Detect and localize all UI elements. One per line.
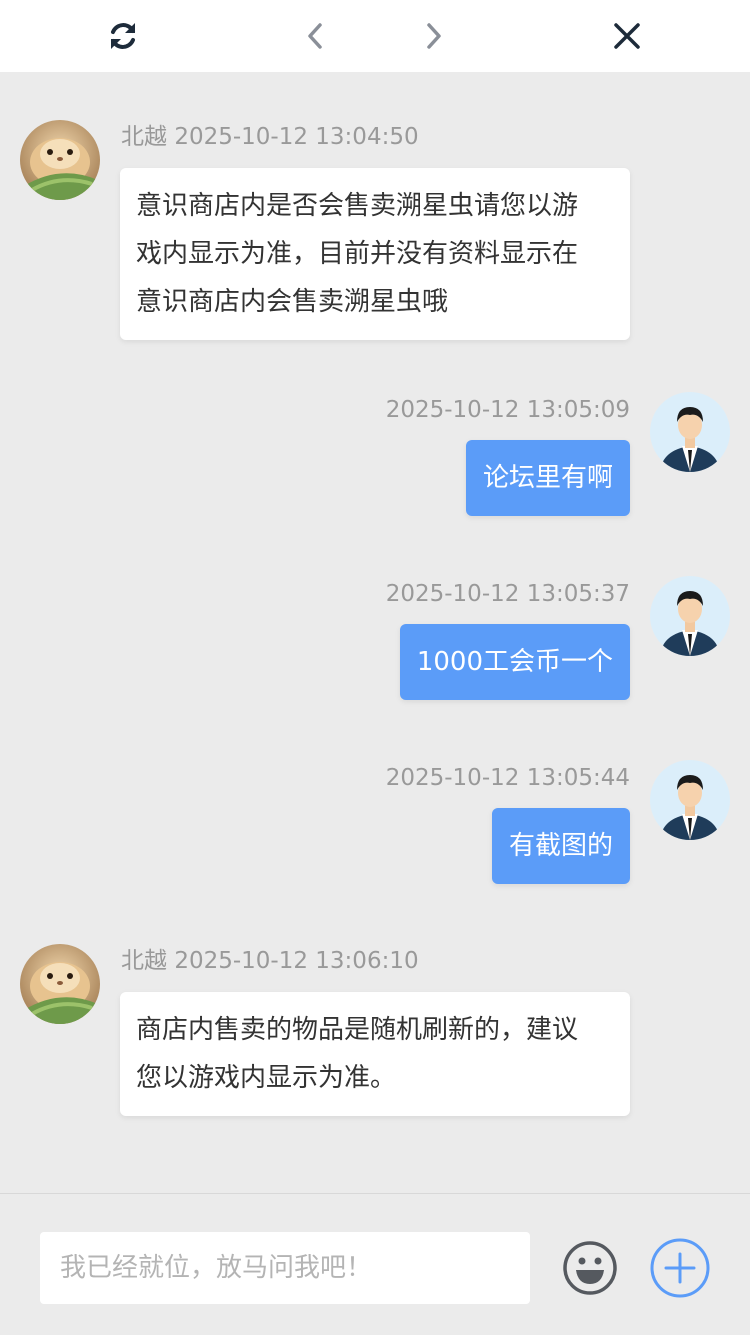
message-text: 有截图的	[508, 831, 613, 861]
message-bubble-incoming[interactable]: 意识商店内是否会售卖溯星虫请您以游 戏内显示为准，目前并没有资料显示在 意识商店…	[120, 168, 630, 340]
message-meta: 北越 2025-10-12 13:04:50	[121, 123, 419, 151]
avatar-hamster[interactable]	[20, 120, 100, 200]
avatar-user[interactable]	[650, 392, 730, 472]
message-text: 论坛里有啊	[482, 463, 613, 493]
composer-bar	[0, 1193, 750, 1335]
timestamp: 2025-10-12 13:05:09	[385, 397, 630, 423]
chevron-right-icon	[427, 23, 441, 49]
avatar-user[interactable]	[650, 760, 730, 840]
forward-button[interactable]	[404, 0, 464, 72]
avatar-hamster[interactable]	[20, 944, 100, 1024]
timestamp: 2025-10-12 13:04:50	[174, 124, 419, 150]
message-line: 戏内显示为准，目前并没有资料显示在	[136, 239, 579, 269]
user-avatar-image	[650, 760, 730, 840]
timestamp: 2025-10-12 13:06:10	[174, 948, 419, 974]
avatar-user[interactable]	[650, 576, 730, 656]
user-avatar-image	[650, 576, 730, 656]
hamster-avatar-image	[20, 120, 100, 200]
close-button[interactable]	[597, 0, 657, 72]
top-toolbar	[0, 0, 750, 72]
message-line: 商店内售卖的物品是随机刷新的，建议	[136, 1015, 579, 1045]
chevron-left-icon	[308, 23, 322, 49]
emoji-button[interactable]	[560, 1238, 620, 1298]
message-bubble-incoming[interactable]: 商店内售卖的物品是随机刷新的，建议 您以游戏内显示为准。	[120, 992, 630, 1116]
message-bubble-outgoing[interactable]: 论坛里有啊	[465, 440, 630, 516]
user-avatar-image	[650, 392, 730, 472]
hamster-avatar-image	[20, 944, 100, 1024]
message-input[interactable]	[40, 1232, 530, 1304]
emoji-icon	[563, 1241, 617, 1295]
plus-circle-icon	[650, 1238, 710, 1298]
message-line: 您以游戏内显示为准。	[136, 1063, 397, 1093]
message-bubble-outgoing[interactable]: 有截图的	[491, 808, 630, 884]
timestamp: 2025-10-12 13:05:44	[385, 765, 630, 791]
sender-name: 北越	[121, 948, 167, 974]
message-line: 意识商店内是否会售卖溯星虫请您以游	[136, 191, 579, 221]
refresh-icon	[111, 23, 135, 49]
close-icon	[614, 23, 640, 49]
message-text: 1000工会币一个	[416, 647, 613, 677]
refresh-button[interactable]	[93, 0, 153, 72]
message-meta: 北越 2025-10-12 13:06:10	[121, 947, 419, 975]
timestamp: 2025-10-12 13:05:37	[385, 581, 630, 607]
message-line: 意识商店内会售卖溯星虫哦	[136, 287, 449, 317]
sender-name: 北越	[121, 124, 167, 150]
back-button[interactable]	[285, 0, 345, 72]
message-bubble-outgoing[interactable]: 1000工会币一个	[399, 624, 630, 700]
add-button[interactable]	[648, 1236, 712, 1300]
